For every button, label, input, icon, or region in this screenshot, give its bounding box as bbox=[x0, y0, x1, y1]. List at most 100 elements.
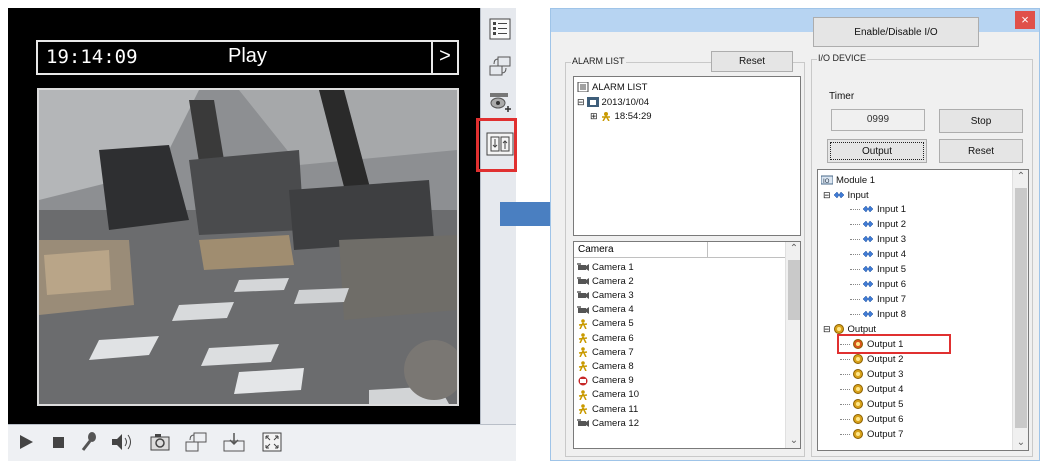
microphone-icon bbox=[79, 431, 101, 457]
input-item[interactable]: Input 5 bbox=[850, 262, 906, 276]
input-item[interactable]: Input 6 bbox=[850, 277, 906, 291]
camera-list-item[interactable]: Camera 7 bbox=[577, 345, 634, 359]
input-item[interactable]: Input 1 bbox=[850, 202, 906, 216]
camera-list-scrollbar[interactable]: ⌃ ⌄ bbox=[785, 242, 800, 448]
ptz-camera-button[interactable] bbox=[485, 90, 515, 120]
output-item[interactable]: Output 7 bbox=[840, 427, 903, 441]
io-control-highlight bbox=[476, 118, 517, 172]
camera-list-item[interactable]: Camera 5 bbox=[577, 317, 634, 331]
tree-connector bbox=[850, 253, 860, 255]
list-view-button[interactable] bbox=[485, 16, 515, 46]
scroll-thumb[interactable] bbox=[788, 260, 800, 320]
input-label: Input 7 bbox=[877, 293, 907, 305]
alarm-tree: ALARM LIST ⊟ 2013/10/04 ⊞ 18:54:29 bbox=[573, 76, 801, 236]
camera-list-item[interactable]: Camera 6 bbox=[577, 331, 634, 345]
io-reset-button[interactable]: Reset bbox=[939, 139, 1023, 163]
speaker-icon bbox=[110, 432, 134, 456]
camera-name: Camera 6 bbox=[592, 332, 634, 344]
motion-alarm-icon bbox=[601, 112, 610, 121]
camera-list-item[interactable]: Camera 2 bbox=[577, 274, 634, 288]
svg-text:IO: IO bbox=[823, 178, 830, 185]
input-icon bbox=[862, 295, 874, 303]
speaker-button[interactable] bbox=[108, 431, 136, 457]
stop-button[interactable] bbox=[44, 431, 72, 457]
camera-list-item[interactable]: Camera 3 bbox=[577, 288, 634, 302]
camera-icon bbox=[577, 277, 589, 286]
output-item-highlighted[interactable]: Output 1 bbox=[837, 334, 951, 354]
snapshot-button[interactable] bbox=[146, 431, 174, 457]
alarm-date-node[interactable]: ⊟ 2013/10/04 bbox=[577, 95, 649, 109]
video-display[interactable]: 19:14:09 Play > bbox=[8, 8, 488, 424]
alarm-tree-root-label: ALARM LIST bbox=[592, 81, 648, 93]
video-player: 19:14:09 Play > bbox=[8, 8, 517, 461]
output-icon bbox=[853, 369, 863, 379]
camera-list-item[interactable]: Camera 11 bbox=[577, 402, 638, 416]
input-group-node[interactable]: ⊟ Input bbox=[823, 188, 869, 202]
output-item[interactable]: Output 6 bbox=[840, 412, 903, 426]
timer-field[interactable]: 0999 bbox=[831, 109, 925, 131]
tree-connector bbox=[850, 268, 860, 270]
camera-list-item[interactable]: Camera 8 bbox=[577, 359, 634, 373]
io-control-dialog: × ALARM LIST Reset ALARM LIST ⊟ 2013/10/… bbox=[550, 8, 1040, 461]
switch-layout-button[interactable] bbox=[182, 431, 210, 457]
alarm-tree-root[interactable]: ALARM LIST bbox=[577, 80, 647, 94]
tree-connector bbox=[850, 238, 860, 240]
fullscreen-button[interactable] bbox=[258, 431, 286, 457]
scroll-down-icon[interactable]: ⌄ bbox=[786, 435, 800, 446]
output-group-node[interactable]: ⊟ Output bbox=[823, 322, 876, 336]
input-item[interactable]: Input 8 bbox=[850, 307, 906, 321]
tree-connector bbox=[840, 418, 850, 420]
output-item[interactable]: Output 3 bbox=[840, 367, 903, 381]
stop-button[interactable]: Stop bbox=[939, 109, 1023, 133]
input-label: Input 1 bbox=[877, 203, 907, 215]
next-frame-button[interactable]: > bbox=[431, 42, 457, 73]
input-icon bbox=[862, 250, 874, 258]
alarm-reset-button[interactable]: Reset bbox=[711, 51, 793, 72]
scroll-up-icon[interactable]: ⌃ bbox=[1013, 171, 1028, 182]
camera-video-image bbox=[37, 88, 459, 406]
tree-connector bbox=[850, 298, 860, 300]
fullscreen-icon bbox=[261, 431, 283, 457]
scroll-up-icon[interactable]: ⌃ bbox=[786, 243, 800, 254]
close-button[interactable]: × bbox=[1015, 11, 1035, 29]
alarm-camera-icon bbox=[578, 376, 588, 386]
output-item[interactable]: Output 4 bbox=[840, 382, 903, 396]
output-item[interactable]: Output 2 bbox=[840, 352, 903, 366]
input-item[interactable]: Input 4 bbox=[850, 247, 906, 261]
motion-camera-icon bbox=[578, 347, 588, 358]
output-button[interactable]: Output bbox=[827, 139, 927, 163]
ptz-camera-icon bbox=[487, 91, 513, 119]
play-button[interactable] bbox=[12, 431, 40, 457]
scroll-thumb[interactable] bbox=[1015, 188, 1027, 428]
timer-label: Timer bbox=[829, 91, 855, 102]
output-item[interactable]: Output 5 bbox=[840, 397, 903, 411]
camera-name: Camera 10 bbox=[592, 389, 639, 401]
input-icon bbox=[862, 220, 874, 228]
osd-timestamp: 19:14:09 bbox=[46, 46, 138, 68]
camera-list-item[interactable]: Camera 4 bbox=[577, 303, 634, 317]
camera-icon bbox=[577, 305, 589, 314]
tree-connector bbox=[840, 358, 850, 360]
alarm-time-node[interactable]: ⊞ 18:54:29 bbox=[590, 109, 652, 123]
microphone-button[interactable] bbox=[76, 431, 104, 457]
enable-disable-io-button[interactable]: Enable/Disable I/O bbox=[813, 17, 979, 47]
list-icon bbox=[577, 82, 589, 92]
io-tree-scrollbar[interactable]: ⌃ ⌄ bbox=[1012, 170, 1028, 450]
input-item[interactable]: Input 3 bbox=[850, 232, 906, 246]
module-node[interactable]: IO Module 1 bbox=[821, 173, 875, 187]
input-item[interactable]: Input 2 bbox=[850, 217, 906, 231]
input-item[interactable]: Input 7 bbox=[850, 292, 906, 306]
camera-list-item[interactable]: Camera 1 bbox=[577, 260, 634, 274]
camera-list-item[interactable]: Camera 9 bbox=[577, 374, 634, 388]
input-label: Input 4 bbox=[877, 248, 907, 260]
switch-view-button[interactable] bbox=[485, 53, 515, 83]
camera-list-item[interactable]: Camera 12 bbox=[577, 416, 639, 430]
input-label: Input 3 bbox=[877, 233, 907, 245]
camera-list-item[interactable]: Camera 10 bbox=[577, 388, 639, 402]
download-button[interactable] bbox=[220, 431, 248, 457]
osd-playback-mode: Play bbox=[228, 45, 267, 67]
input-group-label: Input bbox=[847, 189, 869, 201]
scroll-down-icon[interactable]: ⌄ bbox=[1013, 437, 1028, 448]
camera-column-header[interactable]: Camera bbox=[574, 242, 708, 258]
camera-name: Camera 5 bbox=[592, 318, 634, 330]
